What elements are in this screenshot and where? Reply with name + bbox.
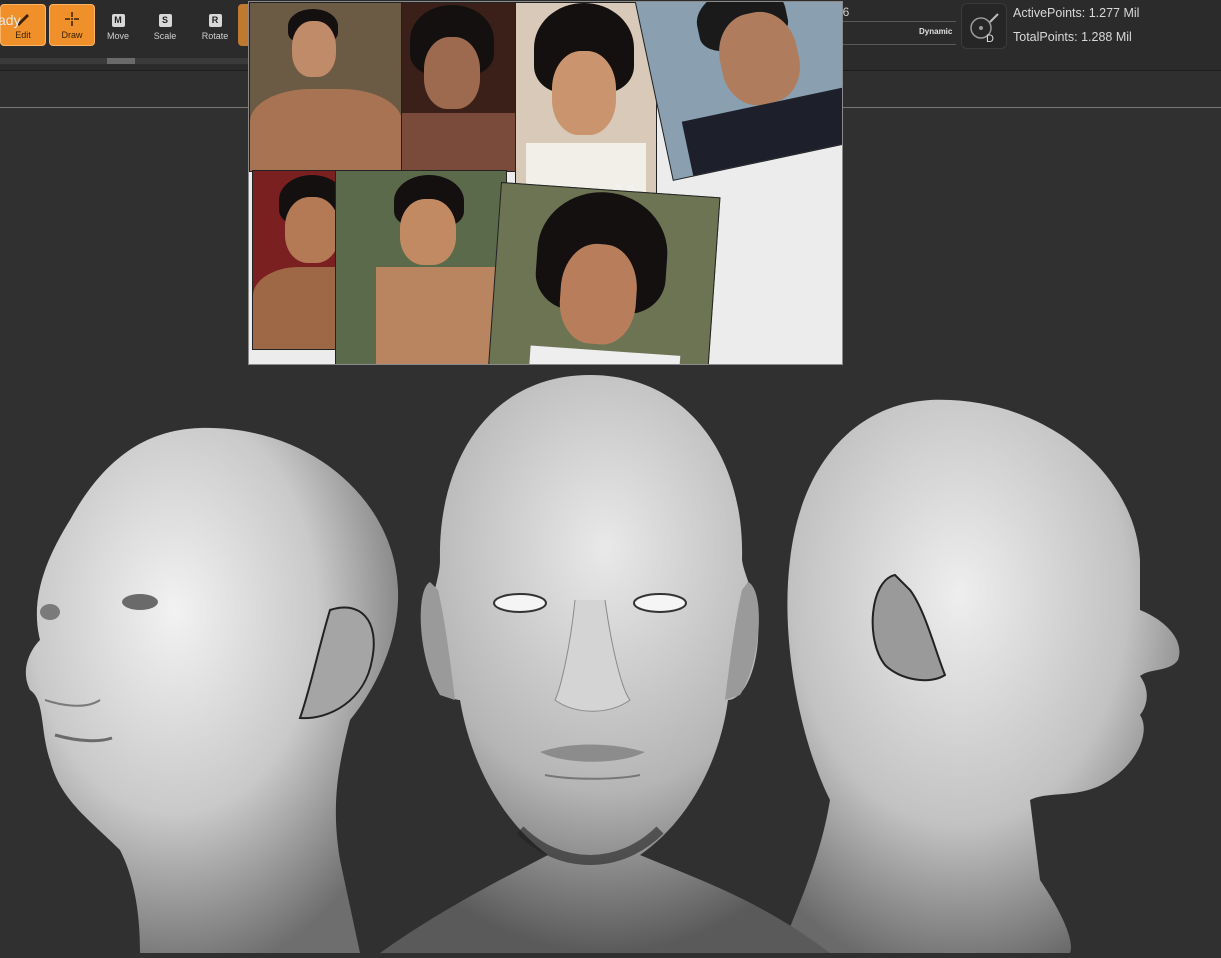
move-icon: M xyxy=(109,12,127,28)
scale-key: S xyxy=(158,13,172,27)
reference-photo-3 xyxy=(515,2,657,194)
sculpt-head-left-three-quarter xyxy=(25,427,399,954)
dynamic-subdiv-button[interactable]: D xyxy=(961,3,1007,49)
active-points: ActivePoints: 1.277 Mil xyxy=(1013,6,1140,20)
reference-photo-1 xyxy=(249,2,403,172)
toolbar-scroll-thumb[interactable] xyxy=(107,58,135,64)
move-button[interactable]: M Move xyxy=(95,4,141,46)
dynamic-label[interactable]: Dynamic xyxy=(919,27,952,36)
total-points: TotalPoints: 1.288 Mil xyxy=(1013,30,1132,44)
reference-image[interactable]: JA C xyxy=(248,1,843,365)
reference-photo-6 xyxy=(335,170,507,364)
draw-label: Draw xyxy=(61,30,83,40)
move-label: Move xyxy=(106,31,129,41)
dynamic-icon: D xyxy=(970,13,999,45)
rotate-label: Rotate xyxy=(201,31,229,41)
draw-crosshair-icon xyxy=(63,11,81,27)
toolbar-scrollbar[interactable] xyxy=(0,58,250,64)
rotate-button[interactable]: R Rotate xyxy=(192,4,238,46)
scale-icon: S xyxy=(156,12,174,28)
reference-photo-7 xyxy=(487,182,721,364)
status-text: ady xyxy=(0,12,21,28)
reference-photo-4 xyxy=(634,2,842,181)
scale-button[interactable]: S Scale xyxy=(142,4,188,46)
sculpt-head-front xyxy=(380,375,830,953)
rotate-icon: R xyxy=(206,12,224,28)
draw-button[interactable]: Draw xyxy=(49,4,95,46)
move-key: M xyxy=(111,13,125,27)
sculpt-head-right-profile xyxy=(780,399,1180,953)
dynamic-key: D xyxy=(986,33,994,45)
top-slider[interactable]: 66 xyxy=(836,3,956,22)
edit-label: Edit xyxy=(15,30,31,40)
rotate-key: R xyxy=(208,13,222,27)
reference-photo-2 xyxy=(401,2,517,172)
scale-label: Scale xyxy=(153,31,177,41)
